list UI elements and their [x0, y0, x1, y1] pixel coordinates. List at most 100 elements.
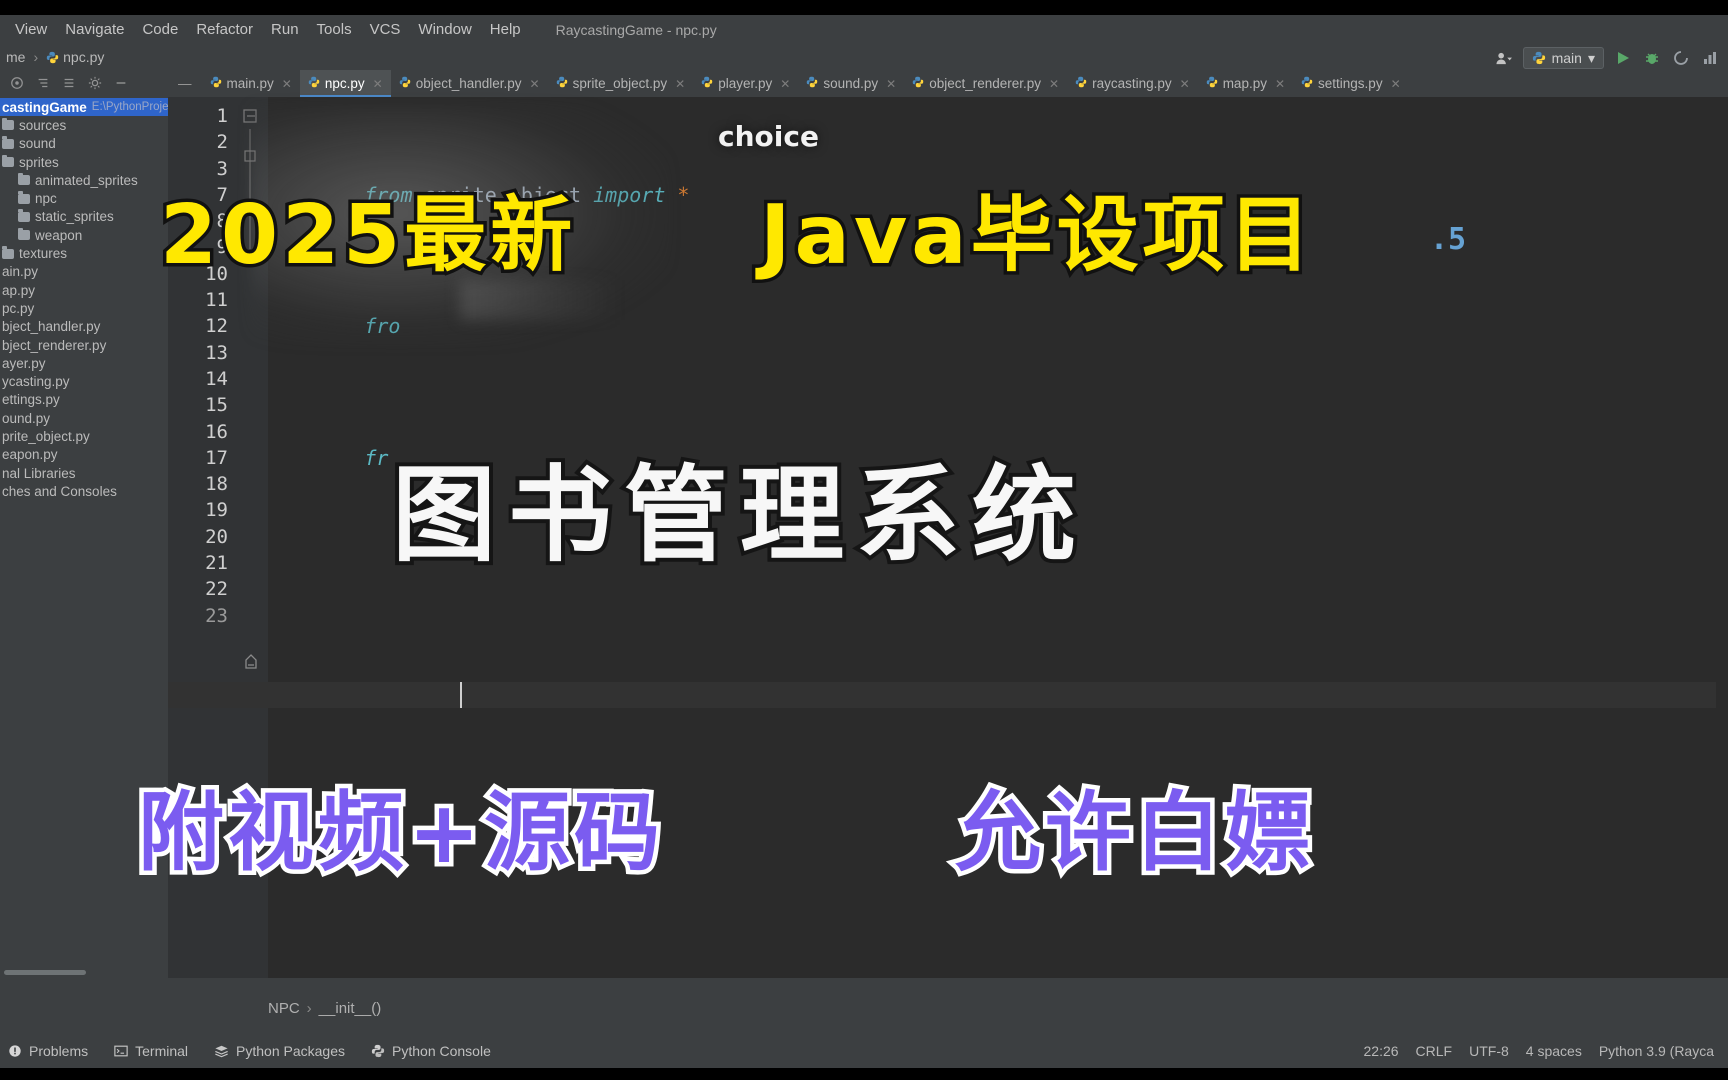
menu-item-window[interactable]: Window: [409, 18, 480, 41]
tree-row-label: sound: [19, 136, 56, 152]
tree-row-pc-py[interactable]: pc.py: [0, 299, 168, 317]
folder-icon: [2, 246, 14, 259]
letterbox-top: [0, 0, 1728, 15]
status-encoding[interactable]: UTF-8: [1469, 1043, 1509, 1059]
tree-row-project-root[interactable]: castingGame E:\PythonProjects\: [0, 98, 168, 117]
tab-main-py[interactable]: main.py ✕: [202, 70, 300, 97]
tab-close-icon[interactable]: ✕: [1391, 77, 1401, 91]
target-icon[interactable]: [10, 76, 24, 90]
tree-row-ycasting-py[interactable]: ycasting.py: [0, 372, 168, 390]
menu-item-help[interactable]: Help: [481, 18, 530, 41]
tab-close-icon[interactable]: ✕: [780, 77, 790, 91]
tab-close-icon[interactable]: ✕: [1049, 77, 1059, 91]
tool-button-problems[interactable]: Problems: [8, 1043, 88, 1059]
ide-window: View Navigate Code Refactor Run Tools VC…: [0, 0, 1728, 1080]
line-number: 18: [205, 473, 228, 496]
menu-item-run[interactable]: Run: [262, 18, 308, 41]
expand-icon[interactable]: [62, 76, 76, 90]
menu-item-code[interactable]: Code: [133, 18, 187, 41]
tab-close-icon[interactable]: ✕: [1180, 77, 1190, 91]
tab-close-icon[interactable]: ✕: [1275, 77, 1285, 91]
tree-row-animated-sprites[interactable]: animated_sprites: [0, 171, 168, 189]
tree-row-ayer-py[interactable]: ayer.py: [0, 354, 168, 372]
folder-icon: [18, 227, 30, 241]
tree-row-static-sprites[interactable]: static_sprites: [0, 208, 168, 226]
tree-row-bject-renderer-py[interactable]: bject_renderer.py: [0, 336, 168, 354]
folder-icon: [18, 172, 30, 186]
account-icon[interactable]: [1494, 48, 1514, 68]
tab-object-handler-py[interactable]: object_handler.py ✕: [391, 70, 548, 97]
tree-row-ettings-py[interactable]: ettings.py: [0, 391, 168, 409]
tree-row-bject-handler-py[interactable]: bject_handler.py: [0, 318, 168, 336]
tab-close-icon[interactable]: ✕: [373, 77, 383, 91]
tree-row-sprites[interactable]: sprites: [0, 153, 168, 171]
chevron-down-icon[interactable]: ▾: [1588, 50, 1595, 67]
scrollbar-thumb[interactable]: [4, 970, 86, 975]
tab-label: player.py: [718, 76, 773, 91]
menu-item-view[interactable]: View: [6, 18, 56, 41]
tab-close-icon[interactable]: ✕: [530, 77, 540, 91]
menu-item-navigate[interactable]: Navigate: [56, 18, 133, 41]
tree-row-ound-py[interactable]: ound.py: [0, 409, 168, 427]
menu-item-vcs[interactable]: VCS: [361, 18, 410, 41]
tree-row-ap-py[interactable]: ap.py: [0, 281, 168, 299]
tab-player-py[interactable]: player.py ✕: [693, 70, 798, 97]
tab-sprite-object-py[interactable]: sprite_object.py ✕: [548, 70, 694, 97]
tab-map-py[interactable]: map.py ✕: [1198, 70, 1293, 97]
tree-row-prite-object-py[interactable]: prite_object.py: [0, 427, 168, 445]
tree-row-label: ettings.py: [2, 392, 60, 408]
breadcrumb-project[interactable]: me: [0, 49, 31, 65]
tool-button-terminal[interactable]: Terminal: [114, 1043, 188, 1059]
tree-row-ches-and-consoles[interactable]: ches and Consoles: [0, 482, 168, 500]
fold-marker-icon[interactable]: [240, 105, 262, 127]
sidebar-horizontal-scrollbar[interactable]: [0, 969, 168, 976]
status-caret-position[interactable]: 22:26: [1364, 1043, 1399, 1059]
tab-close-icon[interactable]: ✕: [886, 77, 896, 91]
collapse-all-icon[interactable]: [36, 76, 50, 90]
status-indent[interactable]: 4 spaces: [1526, 1043, 1582, 1059]
tab-object-renderer-py[interactable]: object_renderer.py ✕: [904, 70, 1067, 97]
hide-icon[interactable]: [114, 76, 128, 90]
line-number: 14: [205, 367, 228, 390]
tree-row-label: ycasting.py: [2, 374, 70, 390]
tool-button-python-packages[interactable]: Python Packages: [214, 1043, 345, 1059]
tab-label: raycasting.py: [1092, 76, 1172, 91]
tree-row-sound[interactable]: sound: [0, 135, 168, 153]
profile-icon[interactable]: [1700, 48, 1720, 68]
tree-row-ain-py[interactable]: ain.py: [0, 263, 168, 281]
menu-item-tools[interactable]: Tools: [308, 18, 361, 41]
folder-icon: [18, 209, 30, 222]
breadcrumb-class[interactable]: NPC: [268, 1000, 300, 1017]
tab-npc-py[interactable]: npc.py ✕: [299, 70, 391, 97]
tree-row-sources[interactable]: sources: [0, 116, 168, 134]
coverage-icon[interactable]: [1671, 48, 1691, 68]
breadcrumb-file[interactable]: npc.py: [40, 49, 110, 65]
line-number: 22: [205, 578, 228, 601]
status-interpreter[interactable]: Python 3.9 (Rayca: [1599, 1043, 1714, 1059]
breadcrumb-method[interactable]: __init__(): [319, 1000, 382, 1017]
fold-end-icon[interactable]: [240, 651, 262, 673]
settings-gear-icon[interactable]: [88, 76, 102, 90]
tree-row-weapon[interactable]: weapon: [0, 226, 168, 244]
tree-row-npc[interactable]: npc: [0, 189, 168, 207]
tab-close-icon[interactable]: ✕: [675, 77, 685, 91]
tree-row-textures[interactable]: textures: [0, 244, 168, 262]
tree-row-label: weapon: [35, 227, 83, 243]
tab-raycasting-py[interactable]: raycasting.py ✕: [1067, 70, 1198, 97]
tree-row-eapon-py[interactable]: eapon.py: [0, 446, 168, 464]
line-number: 13: [205, 341, 228, 364]
run-triangle-icon[interactable]: [1613, 48, 1633, 68]
line-number: 23: [205, 604, 228, 627]
editor-vertical-scrollbar[interactable]: [1716, 97, 1728, 978]
tool-button-python-console[interactable]: Python Console: [371, 1043, 491, 1059]
debug-bug-icon[interactable]: [1642, 48, 1662, 68]
editor-breadcrumb[interactable]: NPC › __init__(): [268, 1000, 381, 1017]
run-configuration-selector[interactable]: main ▾: [1522, 47, 1604, 69]
tab-sound-py[interactable]: sound.py ✕: [798, 70, 904, 97]
tab-settings-py[interactable]: settings.py ✕: [1293, 70, 1409, 97]
tab-scroll-left[interactable]: —: [168, 70, 202, 97]
tab-close-icon[interactable]: ✕: [282, 77, 292, 91]
tree-row-nal-libraries[interactable]: nal Libraries: [0, 464, 168, 482]
menu-item-refactor[interactable]: Refactor: [187, 18, 262, 41]
status-line-separator[interactable]: CRLF: [1416, 1043, 1453, 1059]
